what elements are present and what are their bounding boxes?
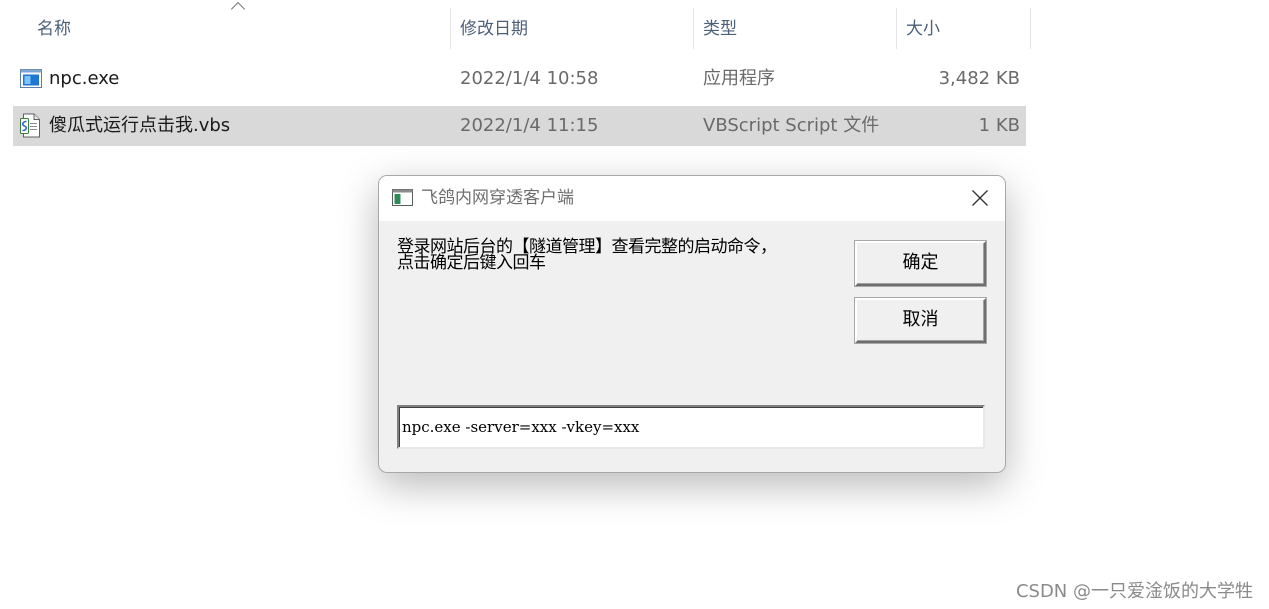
column-header-type-label: 类型 <box>703 19 737 39</box>
watermark-text: CSDN @一只爱淦饭的大学牲 <box>1015 581 1253 602</box>
exe-app-icon <box>20 69 42 88</box>
column-header-type[interactable]: 类型 <box>695 0 896 50</box>
column-divider[interactable] <box>693 8 694 49</box>
ok-button[interactable]: 确定 <box>855 241 986 286</box>
cancel-button[interactable]: 取消 <box>855 298 986 343</box>
column-header-modified-label: 修改日期 <box>460 19 528 39</box>
dialog-message: 登录网站后台的【隧道管理】查看完整的启动命令， 点击确定后键入回车 <box>397 237 777 273</box>
file-modified: 2022/1/4 11:15 <box>460 115 599 136</box>
dialog-title: 飞鸽内网穿透客户端 <box>421 188 574 208</box>
inputbox-dialog: 飞鸽内网穿透客户端 登录网站后台的【隧道管理】查看完整的启动命令， 点击确定后键… <box>378 175 1006 473</box>
column-header-row: 名称 修改日期 类型 大小 <box>0 0 1032 50</box>
file-name: 傻瓜式运行点击我.vbs <box>49 115 231 136</box>
column-header-modified[interactable]: 修改日期 <box>452 0 693 50</box>
column-divider[interactable] <box>450 8 451 49</box>
dialog-titlebar[interactable]: 飞鸽内网穿透客户端 <box>379 176 1005 221</box>
file-row-selected[interactable]: 傻瓜式运行点击我.vbs 2022/1/4 11:15 VBScript Scr… <box>13 106 1026 146</box>
close-icon <box>972 190 988 206</box>
file-size: 1 KB <box>978 115 1020 136</box>
column-divider[interactable] <box>1030 8 1031 49</box>
ok-button-label: 确定 <box>902 252 939 273</box>
close-button[interactable] <box>955 176 1005 221</box>
file-name: npc.exe <box>49 68 120 89</box>
file-row[interactable]: npc.exe 2022/1/4 10:58 应用程序 3,482 KB <box>13 59 1026 99</box>
file-size: 3,482 KB <box>938 68 1020 89</box>
command-input[interactable] <box>397 405 985 449</box>
vbs-script-icon <box>20 113 40 138</box>
app-window-icon <box>392 189 413 206</box>
column-divider[interactable] <box>896 8 897 49</box>
cancel-button-label: 取消 <box>902 309 939 330</box>
column-header-name-label: 名称 <box>37 19 71 39</box>
column-header-size[interactable]: 大小 <box>898 0 1030 50</box>
file-type: 应用程序 <box>703 68 775 89</box>
file-type: VBScript Script 文件 <box>703 115 880 136</box>
column-header-size-label: 大小 <box>906 19 940 39</box>
file-modified: 2022/1/4 10:58 <box>460 68 599 89</box>
